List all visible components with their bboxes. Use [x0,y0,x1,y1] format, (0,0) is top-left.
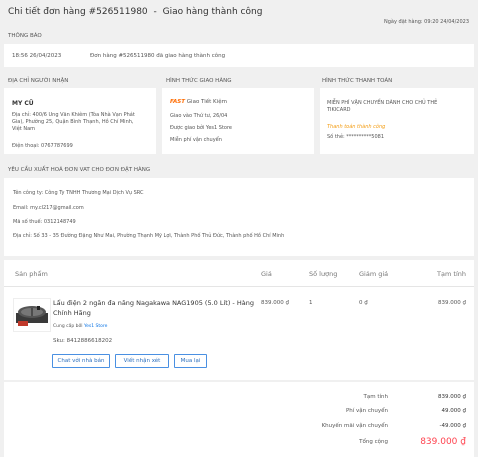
subtotal-label: Tạm tính [363,394,389,400]
product-name-line-2[interactable]: Chính Hãng [53,309,91,317]
invoice-email: Email: my.cl217@gmail.com [13,205,84,211]
recipient-name: MY CŨ [12,100,34,107]
product-quantity: 1 [309,300,313,306]
notification-message: Đơn hàng #526511980 đã giao hàng thành c… [90,53,226,59]
shipping-discount-value: -49.000 ₫ [439,423,466,429]
address-panel: MY CŨ Địa chỉ: 400/6 Ung Văn Khiêm (Tòa … [4,88,156,154]
page-title: Chi tiết đơn hàng #526511980 - Giao hàng… [8,7,262,18]
address-line-3: Việt Nam [12,126,36,132]
total-value: 839.000 ₫ [420,437,466,447]
card-number: Số thẻ: **********5081 [327,134,385,140]
product-name-line-1[interactable]: Lẩu điện 2 ngăn đa năng Nagakawa NAG1905… [53,299,254,307]
order-status-title: Giao hàng thành công [162,7,263,17]
payment-status: Thanh toán thành công [327,124,386,130]
shipping-fee: Miễn phí vận chuyển [170,137,222,143]
shipping-method-name: Giao Tiết Kiệm [186,99,227,105]
recipient-phone: Điện thoại: 0767787699 [12,143,73,149]
payment-heading: HÌNH THỨC THANH TOÁN [322,78,393,84]
shipping-fee-value: 49.000 ₫ [441,408,467,414]
product-price: 839.000 ₫ [261,300,289,306]
title-separator: - [153,7,157,17]
col-subtotal: Tạm tính [437,270,466,278]
shipping-provider: Được giao bởi Yes1 Store [170,125,232,131]
shipping-panel: FAST Giao Tiết Kiệm Giao vào Thứ tư, 26/… [162,88,314,154]
product-image[interactable] [13,298,51,332]
col-product: Sản phẩm [15,270,48,278]
table-header-divider [4,286,474,287]
order-title: Chi tiết đơn hàng #526511980 [8,7,148,17]
col-quantity: Số lượng [309,270,338,278]
shipping-fee-label: Phí vận chuyển [345,408,388,414]
fast-badge: FAST [170,99,186,105]
buy-again-button[interactable]: Mua lại [174,354,207,368]
shipping-method: FAST Giao Tiết Kiệm [170,99,227,106]
hotpot-image [16,306,48,326]
product-discount: 0 ₫ [359,300,368,306]
invoice-company: Tên công ty: Công Ty TNHH Thương Mại Dịc… [13,190,144,196]
col-price: Giá [261,270,272,278]
order-date: Ngày đặt hàng: 09:20 24/04/2023 [384,19,469,25]
payment-method-line-1: MIỄN PHÍ VẬN CHUYỂN DÀNH CHO CHỦ THẺ [327,100,438,106]
product-sku: Sku: 8412886618202 [53,338,113,344]
notification-panel: 18:56 26/04/2023 Đơn hàng #526511980 đã … [4,44,474,67]
shipping-heading: HÌNH THỨC GIAO HÀNG [166,78,232,84]
product-table: Sản phẩm Giá Số lượng Giảm giá Tạm tính … [4,260,474,380]
subtotal-value: 839.000 ₫ [438,394,466,400]
invoice-tax-code: Mã số thuế: 0312148749 [13,219,76,225]
invoice-panel: Tên công ty: Công Ty TNHH Thương Mại Dịc… [4,178,474,256]
payment-panel: MIỄN PHÍ VẬN CHUYỂN DÀNH CHO CHỦ THẺ TIK… [320,88,474,154]
total-label: Tổng cộng [359,439,388,445]
address-heading: ĐỊA CHỈ NGƯỜI NHẬN [8,78,69,84]
product-subtotal: 839.000 ₫ [438,300,466,306]
address-line-1: Địa chỉ: 400/6 Ung Văn Khiêm (Tòa Nhà Vạ… [12,112,135,118]
chat-seller-button[interactable]: Chat với nhà bán [52,354,110,368]
supplier-link[interactable]: Yes1 Store [84,324,107,329]
payment-method-line-2: TIKICARD [327,107,351,113]
delivery-date: Giao vào Thứ tư, 26/04 [170,113,228,119]
address-line-2: Gia), Phường 25, Quận Bình Thạnh, Hồ Chí… [12,119,134,125]
product-supplier: Cung cấp bởi Yes1 Store [53,324,107,330]
supplier-label: Cung cấp bởi [53,324,83,329]
shipping-discount-label: Khuyến mãi vận chuyển [321,423,388,429]
write-review-button[interactable]: Viết nhận xét [115,354,169,368]
notification-heading: THÔNG BÁO [8,33,42,39]
notification-time: 18:56 26/04/2023 [12,53,62,59]
invoice-heading: YÊU CẦU XUẤT HOÁ ĐƠN VAT CHO ĐƠN ĐẶT HÀN… [8,167,151,173]
invoice-address: Địa chỉ: Số 33 - 35 Đường Đặng Như Mai, … [13,233,285,239]
totals-panel: Tạm tính 839.000 ₫ Phí vận chuyển 49.000… [4,382,474,457]
col-discount: Giảm giá [359,270,389,278]
